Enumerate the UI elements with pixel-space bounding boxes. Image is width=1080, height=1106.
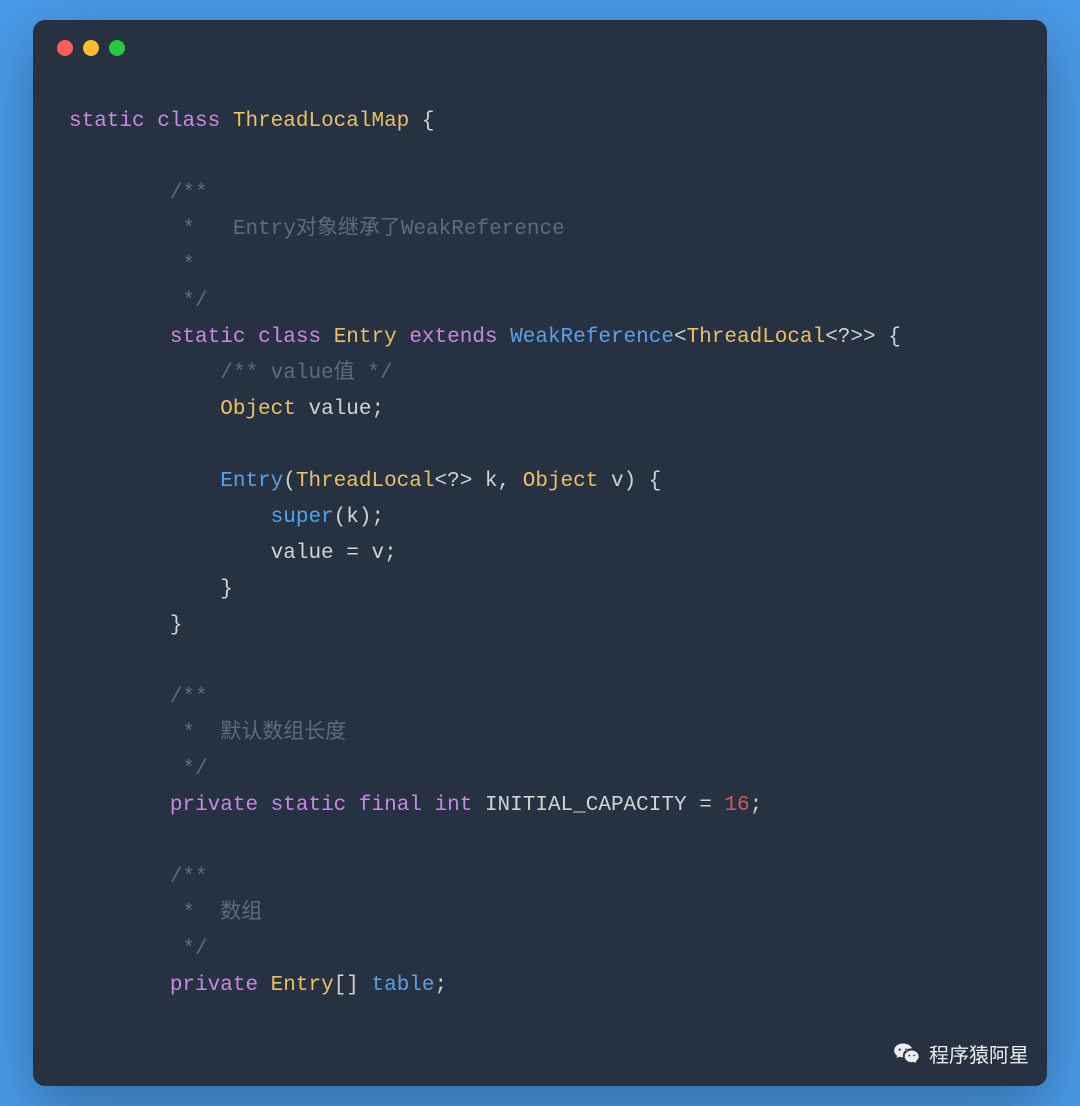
param: v: [611, 470, 624, 493]
comment: * 默认数组长度: [69, 722, 346, 745]
paren: (: [283, 470, 296, 493]
array-brackets: []: [334, 974, 359, 997]
keyword: extends: [409, 326, 497, 349]
identifier: INITIAL_CAPACITY: [485, 794, 687, 817]
param: k: [485, 470, 498, 493]
code-window: static class ThreadLocalMap { /** * Entr…: [33, 20, 1047, 1086]
watermark: 程序猿阿星: [893, 1039, 1029, 1068]
identifier: value: [271, 542, 334, 565]
close-icon[interactable]: [57, 40, 73, 56]
comment: * Entry对象继承了WeakReference: [69, 218, 565, 241]
semicolon: ;: [384, 542, 397, 565]
wildcard: <?>: [434, 470, 472, 493]
arg: k: [346, 506, 359, 529]
brace: }: [170, 614, 183, 637]
brace: {: [649, 470, 662, 493]
comment: /**: [170, 686, 208, 709]
semicolon: ;: [371, 398, 384, 421]
maximize-icon[interactable]: [109, 40, 125, 56]
keyword: private: [170, 974, 258, 997]
type-ref: Object: [523, 470, 599, 493]
class-name: ThreadLocalMap: [233, 110, 409, 133]
semicolon: ;: [435, 974, 448, 997]
number-literal: 16: [724, 794, 749, 817]
class-name: Entry: [334, 326, 397, 349]
type-ref: Entry: [271, 974, 334, 997]
identifier: v: [371, 542, 384, 565]
constructor: Entry: [220, 470, 283, 493]
identifier: table: [372, 974, 435, 997]
comment: *: [69, 254, 195, 277]
comment: /**: [170, 866, 208, 889]
comment: * 数组: [69, 902, 262, 925]
semicolon: ;: [371, 506, 384, 529]
identifier: value: [308, 398, 371, 421]
semicolon: ;: [750, 794, 763, 817]
comment: /**: [170, 182, 208, 205]
type-ref: ThreadLocal: [687, 326, 826, 349]
titlebar: [33, 20, 1047, 76]
type-ref: Object: [220, 398, 296, 421]
paren: (: [334, 506, 347, 529]
operator: =: [346, 542, 359, 565]
minimize-icon[interactable]: [83, 40, 99, 56]
comment: */: [69, 938, 208, 961]
keyword: static: [69, 110, 145, 133]
keyword: int: [435, 794, 473, 817]
operator: =: [699, 794, 712, 817]
wechat-icon: [893, 1040, 921, 1068]
brace: {: [422, 110, 435, 133]
keyword: class: [157, 110, 220, 133]
brace: }: [220, 578, 233, 601]
keyword: static: [271, 794, 347, 817]
keyword: private: [170, 794, 258, 817]
code-content: static class ThreadLocalMap { /** * Entr…: [33, 76, 1047, 1032]
brace: {: [888, 326, 901, 349]
type-ref: WeakReference: [510, 326, 674, 349]
keyword: class: [258, 326, 321, 349]
comment: */: [69, 758, 208, 781]
comma: ,: [498, 470, 511, 493]
paren: ): [359, 506, 372, 529]
operator: <?>>: [825, 326, 875, 349]
operator: <: [674, 326, 687, 349]
paren: ): [624, 470, 637, 493]
type-ref: ThreadLocal: [296, 470, 435, 493]
keyword: final: [359, 794, 422, 817]
method-call: super: [271, 506, 334, 529]
watermark-text: 程序猿阿星: [929, 1039, 1029, 1068]
comment: /** value值 */: [220, 362, 392, 385]
keyword: static: [170, 326, 246, 349]
comment: */: [69, 290, 208, 313]
